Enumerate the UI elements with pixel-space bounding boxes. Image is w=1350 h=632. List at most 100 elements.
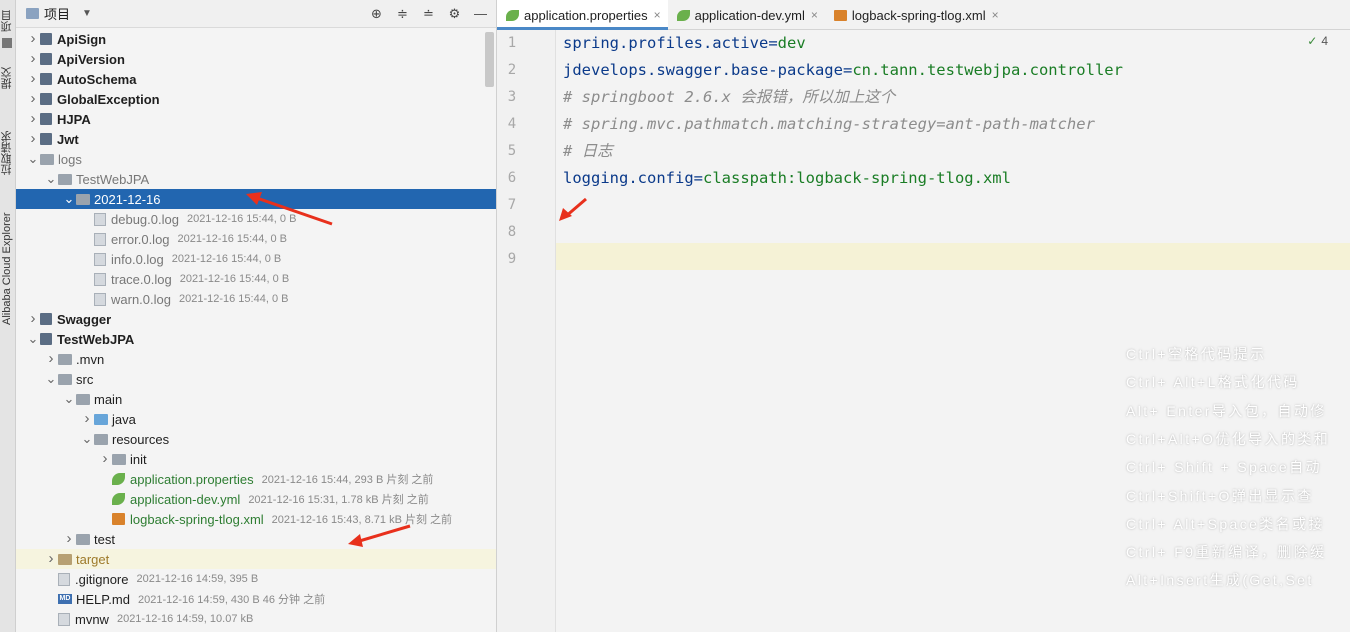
- tree-row[interactable]: warn.0.log 2021-12-16 15:44, 0 B: [16, 289, 496, 309]
- background-hint: Ctrl+ Shift + Space自动: [1126, 459, 1322, 476]
- tree-item-label: ApiVersion: [57, 51, 125, 67]
- chevron-right-icon[interactable]: ›: [26, 111, 40, 126]
- chevron-down-icon[interactable]: ⌄: [26, 332, 40, 345]
- tool-window-pull-requests[interactable]: 拉取请求: [0, 120, 16, 186]
- editor-tab-label: application-dev.yml: [694, 7, 805, 23]
- tree-row[interactable]: ⌄ TestWebJPA: [16, 329, 496, 349]
- tree-row[interactable]: ⌄ src: [16, 369, 496, 389]
- tree-row[interactable]: › Swagger: [16, 309, 496, 329]
- chevron-right-icon[interactable]: ›: [44, 351, 58, 366]
- code-line[interactable]: # 日志: [563, 138, 613, 165]
- tree-row[interactable]: MD HELP.md 2021-12-16 14:59, 430 B 46 分钟 之…: [16, 589, 496, 609]
- module-icon: [40, 113, 52, 125]
- line-number: 5: [507, 143, 517, 159]
- tree-row[interactable]: ⌄ logs: [16, 149, 496, 169]
- background-hint: Ctrl+Alt+O优化导入的类和: [1126, 430, 1331, 447]
- tree-row[interactable]: › init: [16, 449, 496, 469]
- gear-icon[interactable]: ⚙: [447, 6, 462, 21]
- close-icon[interactable]: ×: [992, 8, 999, 22]
- editor-tab[interactable]: logback-spring-tlog.xml ×: [825, 0, 1006, 30]
- tree-item-meta: 2021-12-16 15:44, 0 B: [177, 233, 288, 245]
- chevron-down-icon[interactable]: ⌄: [44, 172, 58, 185]
- chevron-down-icon[interactable]: ▼: [82, 8, 92, 19]
- tree-row[interactable]: › GlobalException: [16, 89, 496, 109]
- chevron-right-icon[interactable]: ›: [26, 71, 40, 86]
- folder-icon: [112, 453, 126, 465]
- inspection-widget[interactable]: ✓ 4: [1307, 34, 1328, 48]
- spring-leaf-icon: [112, 493, 125, 505]
- code-line[interactable]: # spring.mvc.pathmatch.matching-strategy…: [563, 111, 1095, 138]
- xml-file-icon: [833, 9, 847, 21]
- code-line[interactable]: spring.profiles.active=dev: [563, 30, 806, 57]
- tree-row[interactable]: ⌄ resources: [16, 429, 496, 449]
- code-line[interactable]: logging.config=classpath:logback-spring-…: [563, 165, 1011, 192]
- folder-icon: [76, 393, 90, 405]
- background-hint: Ctrl+ F9重新编译，删除缓: [1126, 544, 1327, 561]
- expand-all-icon[interactable]: ≑: [395, 6, 410, 21]
- project-panel-title[interactable]: 项目: [44, 4, 70, 23]
- tree-row[interactable]: › ApiVersion: [16, 49, 496, 69]
- tree-row[interactable]: › HJPA: [16, 109, 496, 129]
- tree-item-label: mvnw: [75, 611, 109, 627]
- code-editor[interactable]: 123456789 spring.profiles.active=dev jdev…: [497, 30, 1350, 632]
- chevron-right-icon[interactable]: ›: [26, 91, 40, 106]
- close-icon[interactable]: ×: [654, 8, 661, 22]
- property-key: logging.config: [563, 169, 694, 187]
- tree-item-label: java: [112, 411, 136, 427]
- close-icon[interactable]: ×: [811, 8, 818, 22]
- chevron-right-icon[interactable]: ›: [98, 451, 112, 466]
- tree-row[interactable]: › java: [16, 409, 496, 429]
- editor-tab[interactable]: application-dev.yml ×: [668, 0, 825, 30]
- tree-row[interactable]: error.0.log 2021-12-16 15:44, 0 B: [16, 229, 496, 249]
- tree-row[interactable]: › test: [16, 529, 496, 549]
- editor-tab[interactable]: application.properties ×: [497, 0, 668, 30]
- tree-item-meta: 2021-12-16 14:59, 430 B 46 分钟 之前: [137, 594, 326, 606]
- locate-icon[interactable]: ⊕: [369, 6, 384, 21]
- tree-item-meta: 2021-12-16 15:44, 0 B: [178, 293, 289, 305]
- tree-row[interactable]: › Jwt: [16, 129, 496, 149]
- project-scrollbar[interactable]: [485, 32, 494, 87]
- chevron-down-icon[interactable]: ⌄: [26, 152, 40, 165]
- folder-icon: [76, 193, 90, 205]
- chevron-down-icon[interactable]: ⌄: [44, 372, 58, 385]
- tree-row[interactable]: › AutoSchema: [16, 69, 496, 89]
- tree-row[interactable]: application-dev.yml 2021-12-16 15:31, 1.7…: [16, 489, 496, 509]
- minimize-icon[interactable]: —: [473, 6, 488, 21]
- tree-row[interactable]: › .mvn: [16, 349, 496, 369]
- code-line[interactable]: jdevelops.swagger.base-package=cn.tann.t…: [563, 57, 1123, 84]
- chevron-right-icon[interactable]: ›: [26, 131, 40, 146]
- tree-row[interactable]: mvnw 2021-12-16 14:59, 10.07 kB: [16, 609, 496, 629]
- chevron-down-icon[interactable]: ⌄: [62, 192, 76, 205]
- chevron-right-icon[interactable]: ›: [62, 531, 76, 546]
- background-hint: Ctrl+ Alt+Space类名或接: [1126, 515, 1325, 532]
- chevron-right-icon[interactable]: ›: [44, 551, 58, 566]
- tree-row[interactable]: › ApiSign: [16, 29, 496, 49]
- tree-row[interactable]: ⌄ main: [16, 389, 496, 409]
- tool-window-alibaba-cloud-explorer[interactable]: Alibaba Cloud Explorer: [0, 206, 16, 332]
- background-hint: Alt+Insert生成(Get,Set: [1126, 572, 1314, 589]
- chevron-right-icon[interactable]: ›: [80, 411, 94, 426]
- property-value: classpath:logback-spring-tlog.xml: [703, 169, 1011, 187]
- collapse-all-icon[interactable]: ≐: [421, 6, 436, 21]
- tree-row[interactable]: trace.0.log 2021-12-16 15:44, 0 B: [16, 269, 496, 289]
- caret-line-highlight: [497, 243, 1350, 270]
- annotation-arrow-2: [348, 524, 411, 547]
- chevron-down-icon[interactable]: ⌄: [80, 432, 94, 445]
- tree-row[interactable]: › target: [16, 549, 496, 569]
- tool-window-project[interactable]: 项目: [0, 4, 16, 38]
- chevron-right-icon[interactable]: ›: [26, 31, 40, 46]
- code-line[interactable]: # springboot 2.6.x 会报错，所以加上这个: [563, 84, 895, 111]
- tree-row[interactable]: logback-spring-tlog.xml 2021-12-16 15:43,…: [16, 509, 496, 529]
- excluded-folder-icon: [58, 553, 72, 565]
- file-icon: [58, 612, 70, 626]
- tree-item-label: ApiSign: [57, 31, 107, 47]
- tool-window-commit[interactable]: 提交: [0, 62, 16, 94]
- chevron-right-icon[interactable]: ›: [26, 51, 40, 66]
- tree-row[interactable]: application.properties 2021-12-16 15:44, …: [16, 469, 496, 489]
- chevron-right-icon[interactable]: ›: [26, 311, 40, 326]
- tree-row[interactable]: info.0.log 2021-12-16 15:44, 0 B: [16, 249, 496, 269]
- tree-row[interactable]: ⌄ TestWebJPA: [16, 169, 496, 189]
- tree-row[interactable]: .gitignore 2021-12-16 14:59, 395 B: [16, 569, 496, 589]
- chevron-down-icon[interactable]: ⌄: [62, 392, 76, 405]
- file-icon: [94, 252, 106, 266]
